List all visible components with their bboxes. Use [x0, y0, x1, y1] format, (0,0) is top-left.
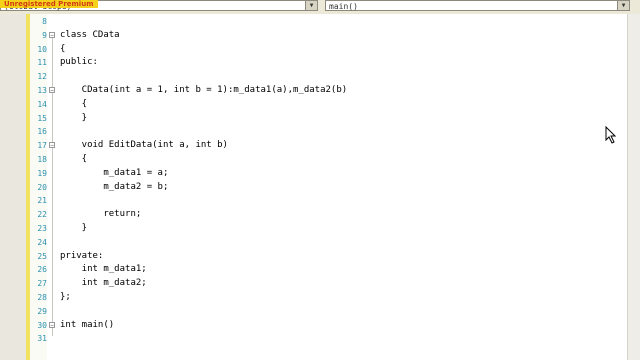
code-line[interactable]: 29 — [0, 305, 620, 318]
collapse-icon[interactable]: − — [49, 142, 55, 149]
code-text: public: — [60, 57, 98, 68]
line-number: 26 — [37, 265, 47, 275]
code-text: int main() — [60, 319, 115, 330]
code-text: int m_data2; — [60, 278, 147, 289]
line-number: 12 — [37, 72, 47, 82]
line-number: 28 — [37, 293, 47, 302]
code-line[interactable]: 9− class CData — [0, 29, 620, 42]
code-text: return; — [60, 209, 142, 220]
code-text: { — [60, 98, 88, 109]
code-line[interactable]: 26 int m_data1; — [0, 263, 620, 276]
code-line[interactable]: 8 — [0, 15, 620, 28]
line-number: 22 — [37, 210, 47, 220]
line-number: 8 — [42, 17, 47, 26]
code-text: CData(int a = 1, int b = 1):m_data1(a),m… — [60, 85, 348, 95]
code-line[interactable]: 30− int main() — [0, 319, 620, 332]
code-text: }; — [60, 292, 71, 302]
line-number: 17 — [37, 141, 47, 151]
collapse-icon[interactable]: − — [49, 87, 55, 94]
line-number: 16 — [37, 127, 47, 137]
code-line[interactable]: 13− CData(int a = 1, int b = 1):m_data1(… — [0, 84, 620, 97]
code-line[interactable]: 20 m_data2 = b; — [0, 181, 620, 194]
code-text: m_data1 = a; — [60, 167, 169, 178]
line-number: 20 — [37, 182, 47, 192]
line-number: 9 — [42, 30, 47, 40]
code-text: int m_data1; — [60, 264, 147, 275]
code-line[interactable]: 11 public: — [0, 56, 620, 69]
code-line[interactable]: 21 — [0, 194, 620, 207]
line-number: 18 — [37, 155, 47, 164]
code-text: m_data2 = b; — [60, 181, 169, 192]
code-text: } — [60, 223, 88, 233]
line-number: 30 — [37, 320, 47, 330]
chevron-down-icon[interactable]: ▼ — [617, 1, 629, 10]
code-text: class CData — [60, 29, 120, 40]
vertical-scrollbar[interactable] — [627, 14, 640, 360]
code-line[interactable]: 18 { — [0, 153, 620, 166]
code-line[interactable]: 28}; — [0, 291, 620, 304]
code-line[interactable]: 12 — [0, 70, 620, 83]
code-line[interactable]: 19 m_data1 = a; — [0, 167, 620, 180]
code-line[interactable]: 31 — [0, 332, 620, 345]
code-line[interactable]: 23 } — [0, 222, 620, 235]
code-line[interactable]: 17− void EditData(int a, int b) — [0, 139, 620, 152]
code-text: { — [60, 154, 88, 164]
line-number: 21 — [37, 196, 47, 206]
line-number: 27 — [37, 279, 47, 289]
collapse-icon[interactable]: − — [49, 31, 55, 38]
code-text: private: — [60, 250, 104, 261]
line-number: 23 — [37, 224, 47, 233]
line-number: 13 — [37, 86, 47, 95]
code-text: } — [60, 112, 88, 123]
code-text: { — [60, 43, 66, 54]
line-number: 24 — [37, 237, 47, 247]
code-text: void EditData(int a, int b) — [60, 140, 228, 151]
code-line[interactable]: 25 private: — [0, 250, 620, 263]
line-number: 25 — [37, 251, 47, 261]
member-dropdown[interactable]: main() ▼ — [325, 0, 630, 11]
code-line[interactable]: 27 int m_data2; — [0, 277, 620, 290]
code-line[interactable]: 24 — [0, 236, 620, 249]
line-number: 19 — [37, 168, 47, 178]
code-line[interactable]: 16 — [0, 125, 620, 138]
line-number: 14 — [37, 99, 47, 109]
navigation-bar: (Global Scope) ▼ Unregistered Premium ma… — [0, 0, 640, 15]
chevron-down-icon[interactable]: ▼ — [305, 1, 317, 10]
collapse-icon[interactable]: − — [49, 321, 55, 328]
line-number: 15 — [37, 113, 47, 123]
line-number: 31 — [37, 334, 47, 344]
code-line[interactable]: 14 { — [0, 98, 620, 111]
line-number: 29 — [37, 306, 47, 316]
code-line[interactable]: 22 return; — [0, 208, 620, 221]
member-dropdown-value: main() — [329, 2, 358, 11]
line-number: 10 — [37, 44, 47, 54]
line-number: 11 — [37, 58, 47, 68]
unregistered-badge: Unregistered Premium — [0, 0, 98, 8]
code-line[interactable]: 10 { — [0, 43, 620, 56]
code-line[interactable]: 15 } — [0, 112, 620, 125]
